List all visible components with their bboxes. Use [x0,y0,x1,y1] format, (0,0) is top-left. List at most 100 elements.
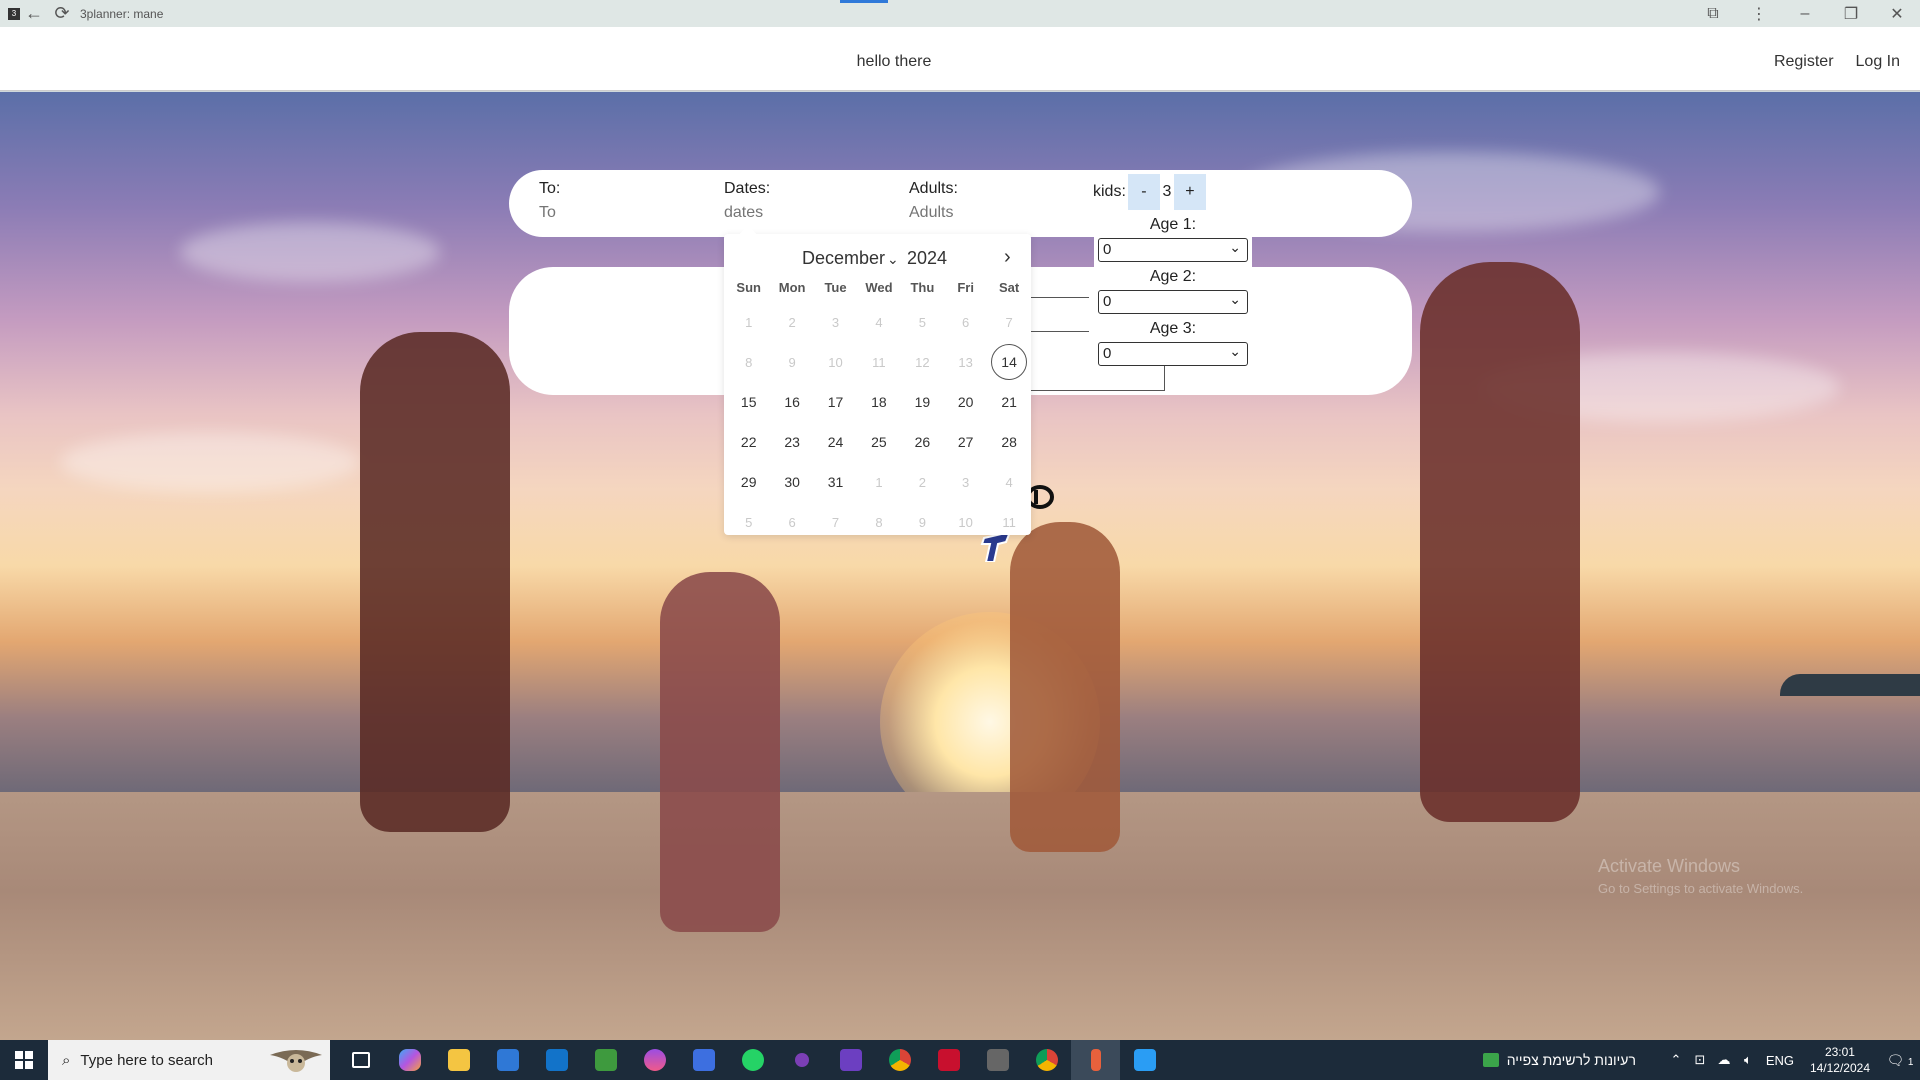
app-icon-purple[interactable] [777,1040,826,1080]
calendar-day: 9 [770,342,813,382]
year-select[interactable]: 2024 [907,248,947,269]
greeting-text: hello there [856,53,932,70]
calendar-day-number: 26 [914,434,931,450]
month-select[interactable]: December [802,248,899,269]
calendar-day-number: 15 [740,394,757,410]
taskbar: ⌕ Type here to search רעיונות לרשימת צפי… [0,1040,1920,1080]
calendar-day-number: 12 [915,354,930,370]
calendar-day-number: 14 [991,344,1028,380]
mcafee-icon[interactable] [924,1040,973,1080]
weekday-label: Mon [778,279,806,295]
calendar-day-number: 22 [740,434,757,450]
power-automate-icon[interactable] [679,1040,728,1080]
chrome-profile-icon[interactable] [1022,1040,1071,1080]
calendar-day[interactable]: 26 [901,422,944,462]
calendar-day[interactable]: 17 [814,382,857,422]
calendar-day-number: 28 [1001,434,1017,450]
calendar-day[interactable]: 31 [814,462,857,502]
calendar-day-number: 5 [745,514,753,530]
refresh-icon[interactable]: ⟳ [48,0,76,27]
3planner-app-icon[interactable] [1071,1040,1120,1080]
chevron-up-icon[interactable]: ⌃ [1664,1052,1688,1068]
visual-studio-icon[interactable] [826,1040,875,1080]
calendar-day-number: 6 [962,314,970,330]
login-link[interactable]: Log In [1856,53,1900,71]
chevron-right-icon[interactable]: › [1004,246,1011,269]
news-widget[interactable]: רעיונות לרשימת צפייה [1482,1052,1636,1068]
calendar-day[interactable]: 20 [944,382,987,422]
volume-icon[interactable]: 🔈︎ [1736,1052,1760,1068]
restore-button[interactable]: ❐ [1828,0,1874,27]
age-3-select[interactable]: 0 [1098,340,1248,366]
calendar-day-number: 1 [745,314,753,330]
clock[interactable]: 23:01 14/12/2024 [1810,1044,1870,1076]
pinned-apps [336,1040,1169,1080]
adults-input[interactable] [909,204,1059,222]
calendar-day[interactable]: 24 [814,422,857,462]
cloud-icon[interactable]: ☁ [1712,1052,1736,1068]
calendar-day[interactable]: 29 [727,462,770,502]
language-indicator[interactable]: ENG [1760,1053,1800,1068]
paint-drop-icon[interactable] [630,1040,679,1080]
calendar-day: 8 [857,502,900,542]
copilot-icon[interactable] [385,1040,434,1080]
calendar-day[interactable]: 23 [770,422,813,462]
back-arrow-icon[interactable]: ← [20,0,48,27]
auth-nav: Register Log In [1774,53,1900,71]
calendar-day[interactable]: 19 [901,382,944,422]
calendar-day-number: 27 [957,434,974,450]
island [1780,674,1920,696]
calendar-day[interactable]: 21 [987,382,1031,422]
kids-decrement-button[interactable]: - [1127,174,1160,210]
calendar-day[interactable]: 30 [770,462,813,502]
watermark-title: Activate Windows [1598,856,1741,876]
calendar-day[interactable]: 28 [987,422,1031,462]
age-1-select[interactable]: 0 [1098,236,1248,262]
calendar-day[interactable]: 15 [727,382,770,422]
network-icon[interactable]: ⊡ [1688,1052,1712,1068]
input-box[interactable] [1029,363,1165,391]
calendar-day[interactable]: 18 [857,382,900,422]
beach [0,792,1920,1040]
calendar-day[interactable]: 25 [857,422,900,462]
calendar-day[interactable]: 22 [727,422,770,462]
outlook-icon[interactable] [532,1040,581,1080]
microsoft-store-icon[interactable] [483,1040,532,1080]
age-2-select[interactable]: 0 [1098,288,1248,314]
file-explorer-icon[interactable] [434,1040,483,1080]
notification-icon[interactable]: 🗨︎ 1 [1880,1052,1920,1069]
whatsapp-icon[interactable] [728,1040,777,1080]
minecraft-icon[interactable] [581,1040,630,1080]
calendar-day-number: 31 [827,474,844,490]
calendar-day[interactable]: 16 [770,382,813,422]
calendar-day: 11 [987,502,1031,542]
notification-count: 1 [1907,1056,1914,1068]
close-button[interactable]: ✕ [1874,0,1920,27]
to-field: To: [539,180,689,222]
windows-start-icon[interactable] [0,1040,48,1080]
calendar-day[interactable]: 27 [944,422,987,462]
chrome-icon[interactable] [875,1040,924,1080]
calendar-day-number: 13 [958,354,973,370]
kids-increment-button[interactable]: + [1173,174,1206,210]
register-link[interactable]: Register [1774,53,1834,71]
dates-input[interactable] [724,204,874,222]
dates-field: Dates: [724,180,874,222]
to-input[interactable] [539,204,689,222]
calendar-day: 3 [814,302,857,342]
more-menu-icon[interactable]: ⋮ [1736,0,1782,27]
app-icon-gray[interactable] [973,1040,1022,1080]
calendar-week: 22 23 24 25 26 27 28 [727,422,1031,462]
calendar-day[interactable]: 14 [987,342,1031,382]
calendar-day: 10 [814,342,857,382]
age-2-group: Age 2: 0 [1094,268,1252,314]
extensions-icon[interactable]: ⧉ [1690,0,1736,27]
app-icon-blue-f[interactable] [1120,1040,1169,1080]
calendar-day: 7 [814,502,857,542]
task-view-icon[interactable] [336,1040,385,1080]
calendar-day-number: 8 [875,514,883,530]
taskbar-search[interactable]: ⌕ Type here to search [48,1040,330,1080]
minimize-button[interactable]: – [1782,0,1828,27]
calendar-day-number: 30 [784,474,800,490]
calendar-day-number: 20 [957,394,974,410]
